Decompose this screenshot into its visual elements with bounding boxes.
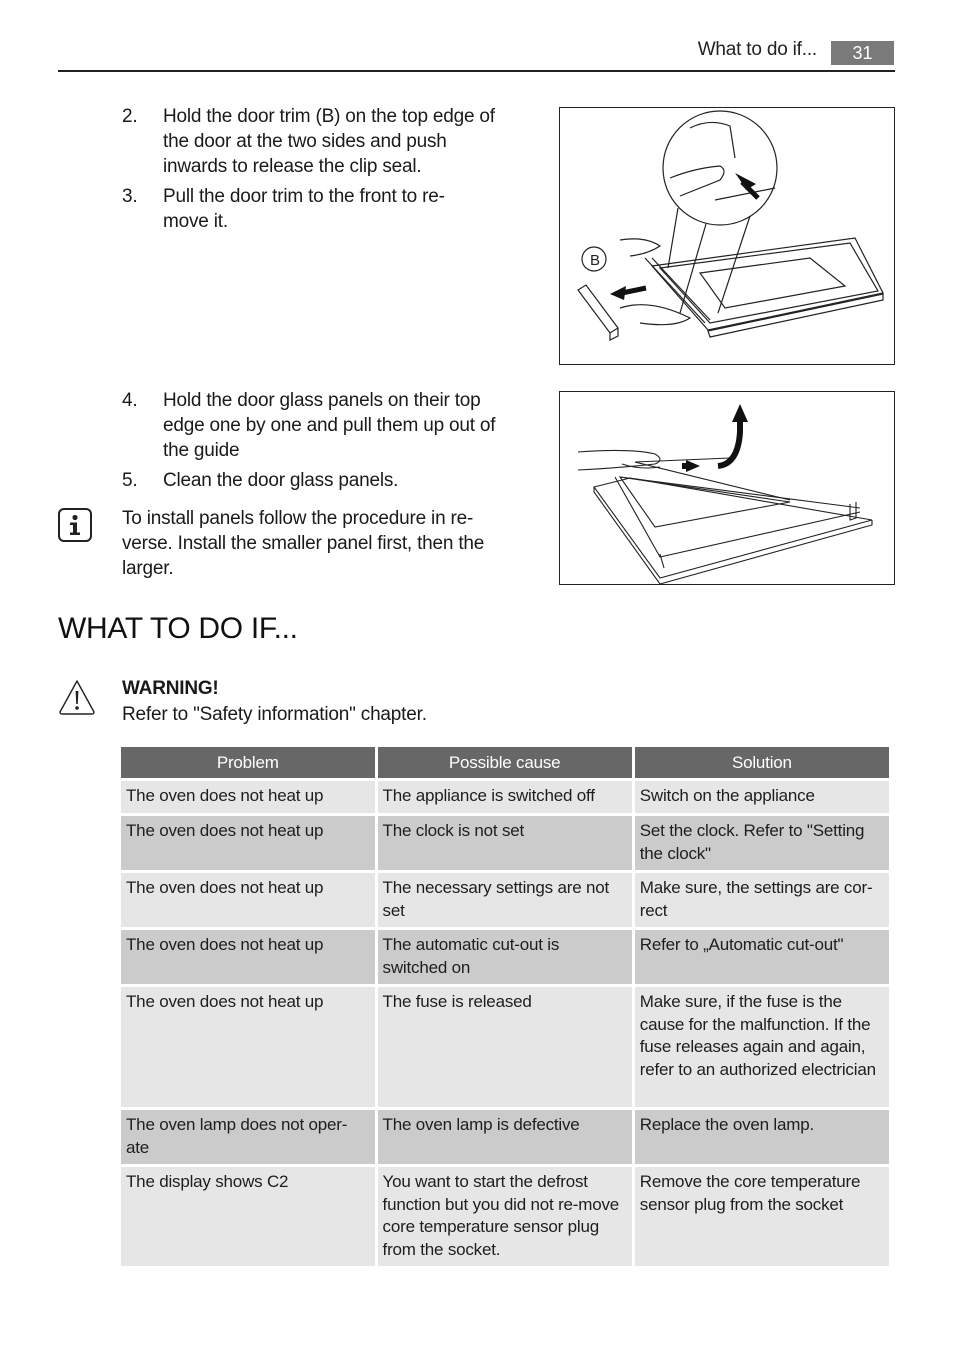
table-row: The display shows C2 You want to start t… bbox=[121, 1167, 889, 1266]
info-note-text: To install panels follow the procedure i… bbox=[122, 508, 485, 579]
cell-problem: The oven lamp does not oper-ate bbox=[121, 1110, 375, 1164]
cell-solution: Refer to „Automatic cut-out" bbox=[634, 930, 889, 984]
cell-cause: The fuse is released bbox=[377, 987, 632, 1107]
warning-title: WARNING! bbox=[122, 678, 219, 699]
cell-cause: The necessary settings are not set bbox=[377, 873, 632, 927]
table-row: The oven does not heat up The clock is n… bbox=[121, 816, 889, 870]
step-item: 5. Clean the door glass panels. bbox=[122, 468, 503, 493]
door-trim-drawing: B bbox=[577, 110, 884, 341]
step-number: 3. bbox=[122, 186, 138, 207]
label-b: B bbox=[590, 252, 600, 269]
troubleshooting-table: Problem Possible cause Solution The oven… bbox=[118, 744, 892, 1269]
door-trim-illustration: B bbox=[559, 107, 895, 365]
cell-solution: Make sure, if the fuse is the cause for … bbox=[634, 987, 889, 1107]
table-row: The oven does not heat up The automatic … bbox=[121, 930, 889, 984]
cell-problem: The display shows C2 bbox=[121, 1167, 375, 1266]
cell-problem: The oven does not heat up bbox=[121, 781, 375, 813]
table-row: The oven lamp does not oper-ate The oven… bbox=[121, 1110, 889, 1164]
step-text: Clean the door glass panels. bbox=[163, 470, 399, 491]
cell-cause: You want to start the defrost function b… bbox=[377, 1167, 632, 1266]
page-number: 31 bbox=[831, 41, 894, 65]
cell-problem: The oven does not heat up bbox=[121, 816, 375, 870]
cell-problem: The oven does not heat up bbox=[121, 873, 375, 927]
step-item: 3. Pull the door trim to the front to re… bbox=[122, 184, 483, 234]
header-divider bbox=[58, 70, 895, 72]
cell-solution: Set the clock. Refer to "Setting the clo… bbox=[634, 816, 889, 870]
cell-problem: The oven does not heat up bbox=[121, 930, 375, 984]
cell-cause: The appliance is switched off bbox=[377, 781, 632, 813]
cell-problem: The oven does not heat up bbox=[121, 987, 375, 1107]
column-header-cause: Possible cause bbox=[377, 747, 632, 778]
cell-solution: Make sure, the settings are cor-rect bbox=[634, 873, 889, 927]
step-number: 4. bbox=[122, 390, 138, 411]
step-text: Hold the door trim (B) on the top edge o… bbox=[163, 106, 495, 177]
column-header-solution: Solution bbox=[634, 747, 889, 778]
step-text: Hold the door glass panels on their top … bbox=[163, 390, 496, 461]
section-title: WHAT TO DO IF... bbox=[58, 612, 298, 645]
warning-text: Refer to "Safety information" chapter. bbox=[122, 704, 427, 725]
running-header-title: What to do if... bbox=[697, 39, 818, 60]
cell-solution: Replace the oven lamp. bbox=[634, 1110, 889, 1164]
table-row: The oven does not heat up The fuse is re… bbox=[121, 987, 889, 1107]
cell-solution: Remove the core temperature sensor plug … bbox=[634, 1167, 889, 1266]
column-header-problem: Problem bbox=[121, 747, 375, 778]
glass-panel-drawing bbox=[577, 404, 873, 584]
step-number: 5. bbox=[122, 470, 138, 491]
table-header-row: Problem Possible cause Solution bbox=[121, 747, 889, 778]
table-row: The oven does not heat up The necessary … bbox=[121, 873, 889, 927]
cell-cause: The clock is not set bbox=[377, 816, 632, 870]
warning-triangle-icon bbox=[59, 680, 95, 715]
cell-cause: The automatic cut-out is switched on bbox=[377, 930, 632, 984]
cell-cause: The oven lamp is defective bbox=[377, 1110, 632, 1164]
step-item: 4. Hold the door glass panels on their t… bbox=[122, 388, 508, 463]
step-text: Pull the door trim to the front to re-mo… bbox=[163, 186, 445, 232]
table-row: The oven does not heat up The appliance … bbox=[121, 781, 889, 813]
glass-panel-illustration bbox=[559, 391, 895, 585]
info-icon bbox=[58, 508, 92, 542]
step-number: 2. bbox=[122, 106, 138, 127]
step-item: 2. Hold the door trim (B) on the top edg… bbox=[122, 104, 503, 179]
cell-solution: Switch on the appliance bbox=[634, 781, 889, 813]
